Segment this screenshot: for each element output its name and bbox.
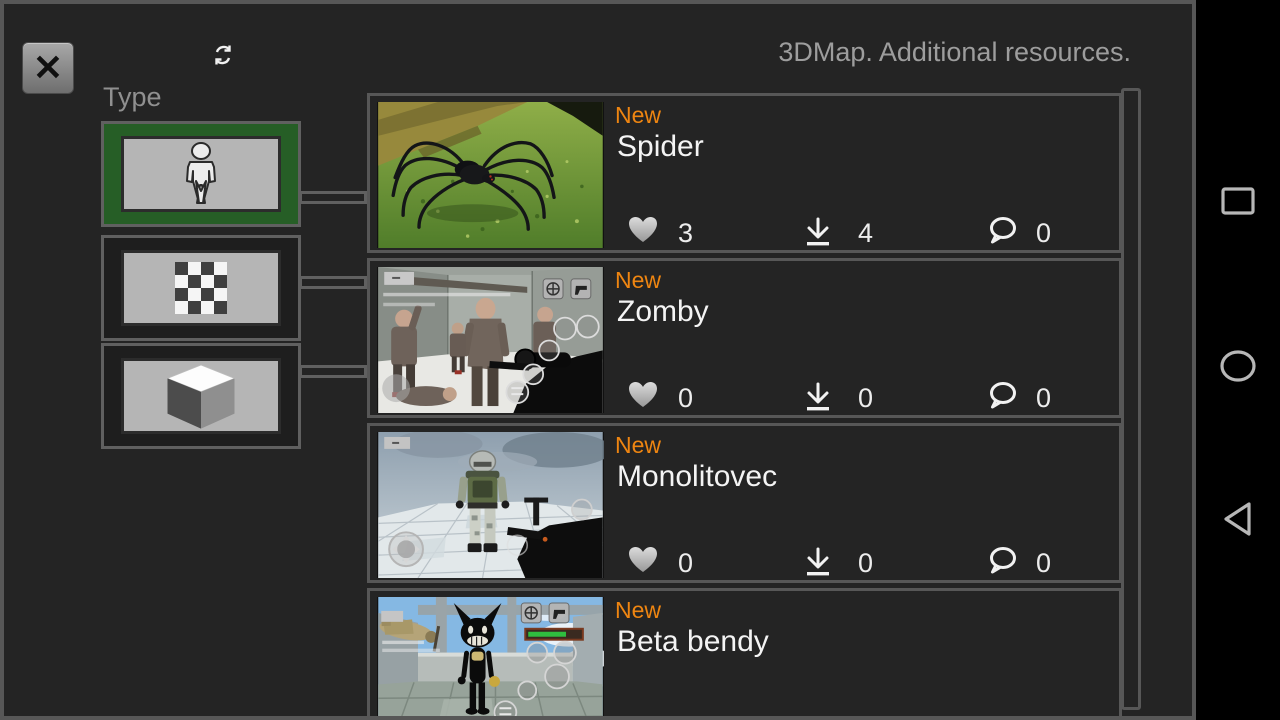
cube-icon [121, 358, 281, 434]
page-title: 3DMap. Additional resources. [778, 37, 1131, 67]
close-button[interactable]: ✕ [22, 42, 74, 94]
list-scrollbar[interactable] [1121, 88, 1141, 710]
recents-square-icon[interactable] [1220, 185, 1256, 222]
person-icon [121, 136, 281, 212]
new-badge: New [615, 432, 662, 458]
refresh-icon[interactable] [210, 42, 236, 68]
type-button-textures[interactable] [101, 235, 301, 341]
resource-title: Zomby [617, 295, 709, 328]
comments-icon [986, 381, 1018, 416]
download-icon [802, 381, 834, 418]
downloads-count: 0 [858, 383, 874, 413]
resource-thumbnail [377, 432, 604, 578]
back-triangle-icon[interactable] [1221, 500, 1255, 543]
resource-card-beta-bendy[interactable]: New Beta bendy [367, 588, 1122, 716]
new-badge: New [615, 597, 662, 623]
comments-count: 0 [1036, 548, 1052, 578]
likes-count: 0 [678, 383, 694, 413]
connector-line [299, 191, 367, 204]
android-nav-bar [1196, 0, 1280, 720]
new-badge: New [615, 267, 662, 293]
resource-title: Monolitovec [617, 460, 778, 493]
download-icon [802, 216, 834, 253]
connector-line [299, 365, 367, 378]
type-button-characters[interactable] [101, 121, 301, 227]
type-button-models[interactable] [101, 343, 301, 449]
resource-thumbnail [377, 597, 604, 716]
comments-count: 0 [1036, 383, 1052, 413]
likes-count: 3 [678, 218, 694, 248]
downloads-count: 0 [858, 548, 874, 578]
comments-count: 0 [1036, 218, 1052, 248]
download-icon [802, 546, 834, 583]
resource-title: Beta bendy [617, 625, 769, 658]
resource-card-spider[interactable]: New Spider 3 4 0 [367, 93, 1122, 253]
likes-count: 0 [678, 548, 694, 578]
resource-thumbnail [377, 267, 604, 413]
likes-icon [628, 216, 658, 249]
close-icon: ✕ [32, 47, 64, 88]
resources-dialog: ✕ 3DMap. Additional resources. Type New … [0, 0, 1196, 720]
comments-icon [986, 216, 1018, 251]
type-label: Type [103, 82, 162, 112]
home-circle-icon[interactable] [1218, 348, 1258, 389]
likes-icon [628, 546, 658, 579]
new-badge: New [615, 102, 662, 128]
checkerboard-icon [121, 250, 281, 326]
comments-icon [986, 546, 1018, 581]
resource-card-monolitovec[interactable]: New Monolitovec 0 0 0 [367, 423, 1122, 583]
connector-line [299, 276, 367, 289]
downloads-count: 4 [858, 218, 874, 248]
resource-thumbnail [377, 102, 604, 248]
resource-title: Spider [617, 130, 704, 163]
resource-card-zomby[interactable]: New Zomby 0 0 0 [367, 258, 1122, 418]
likes-icon [628, 381, 658, 414]
